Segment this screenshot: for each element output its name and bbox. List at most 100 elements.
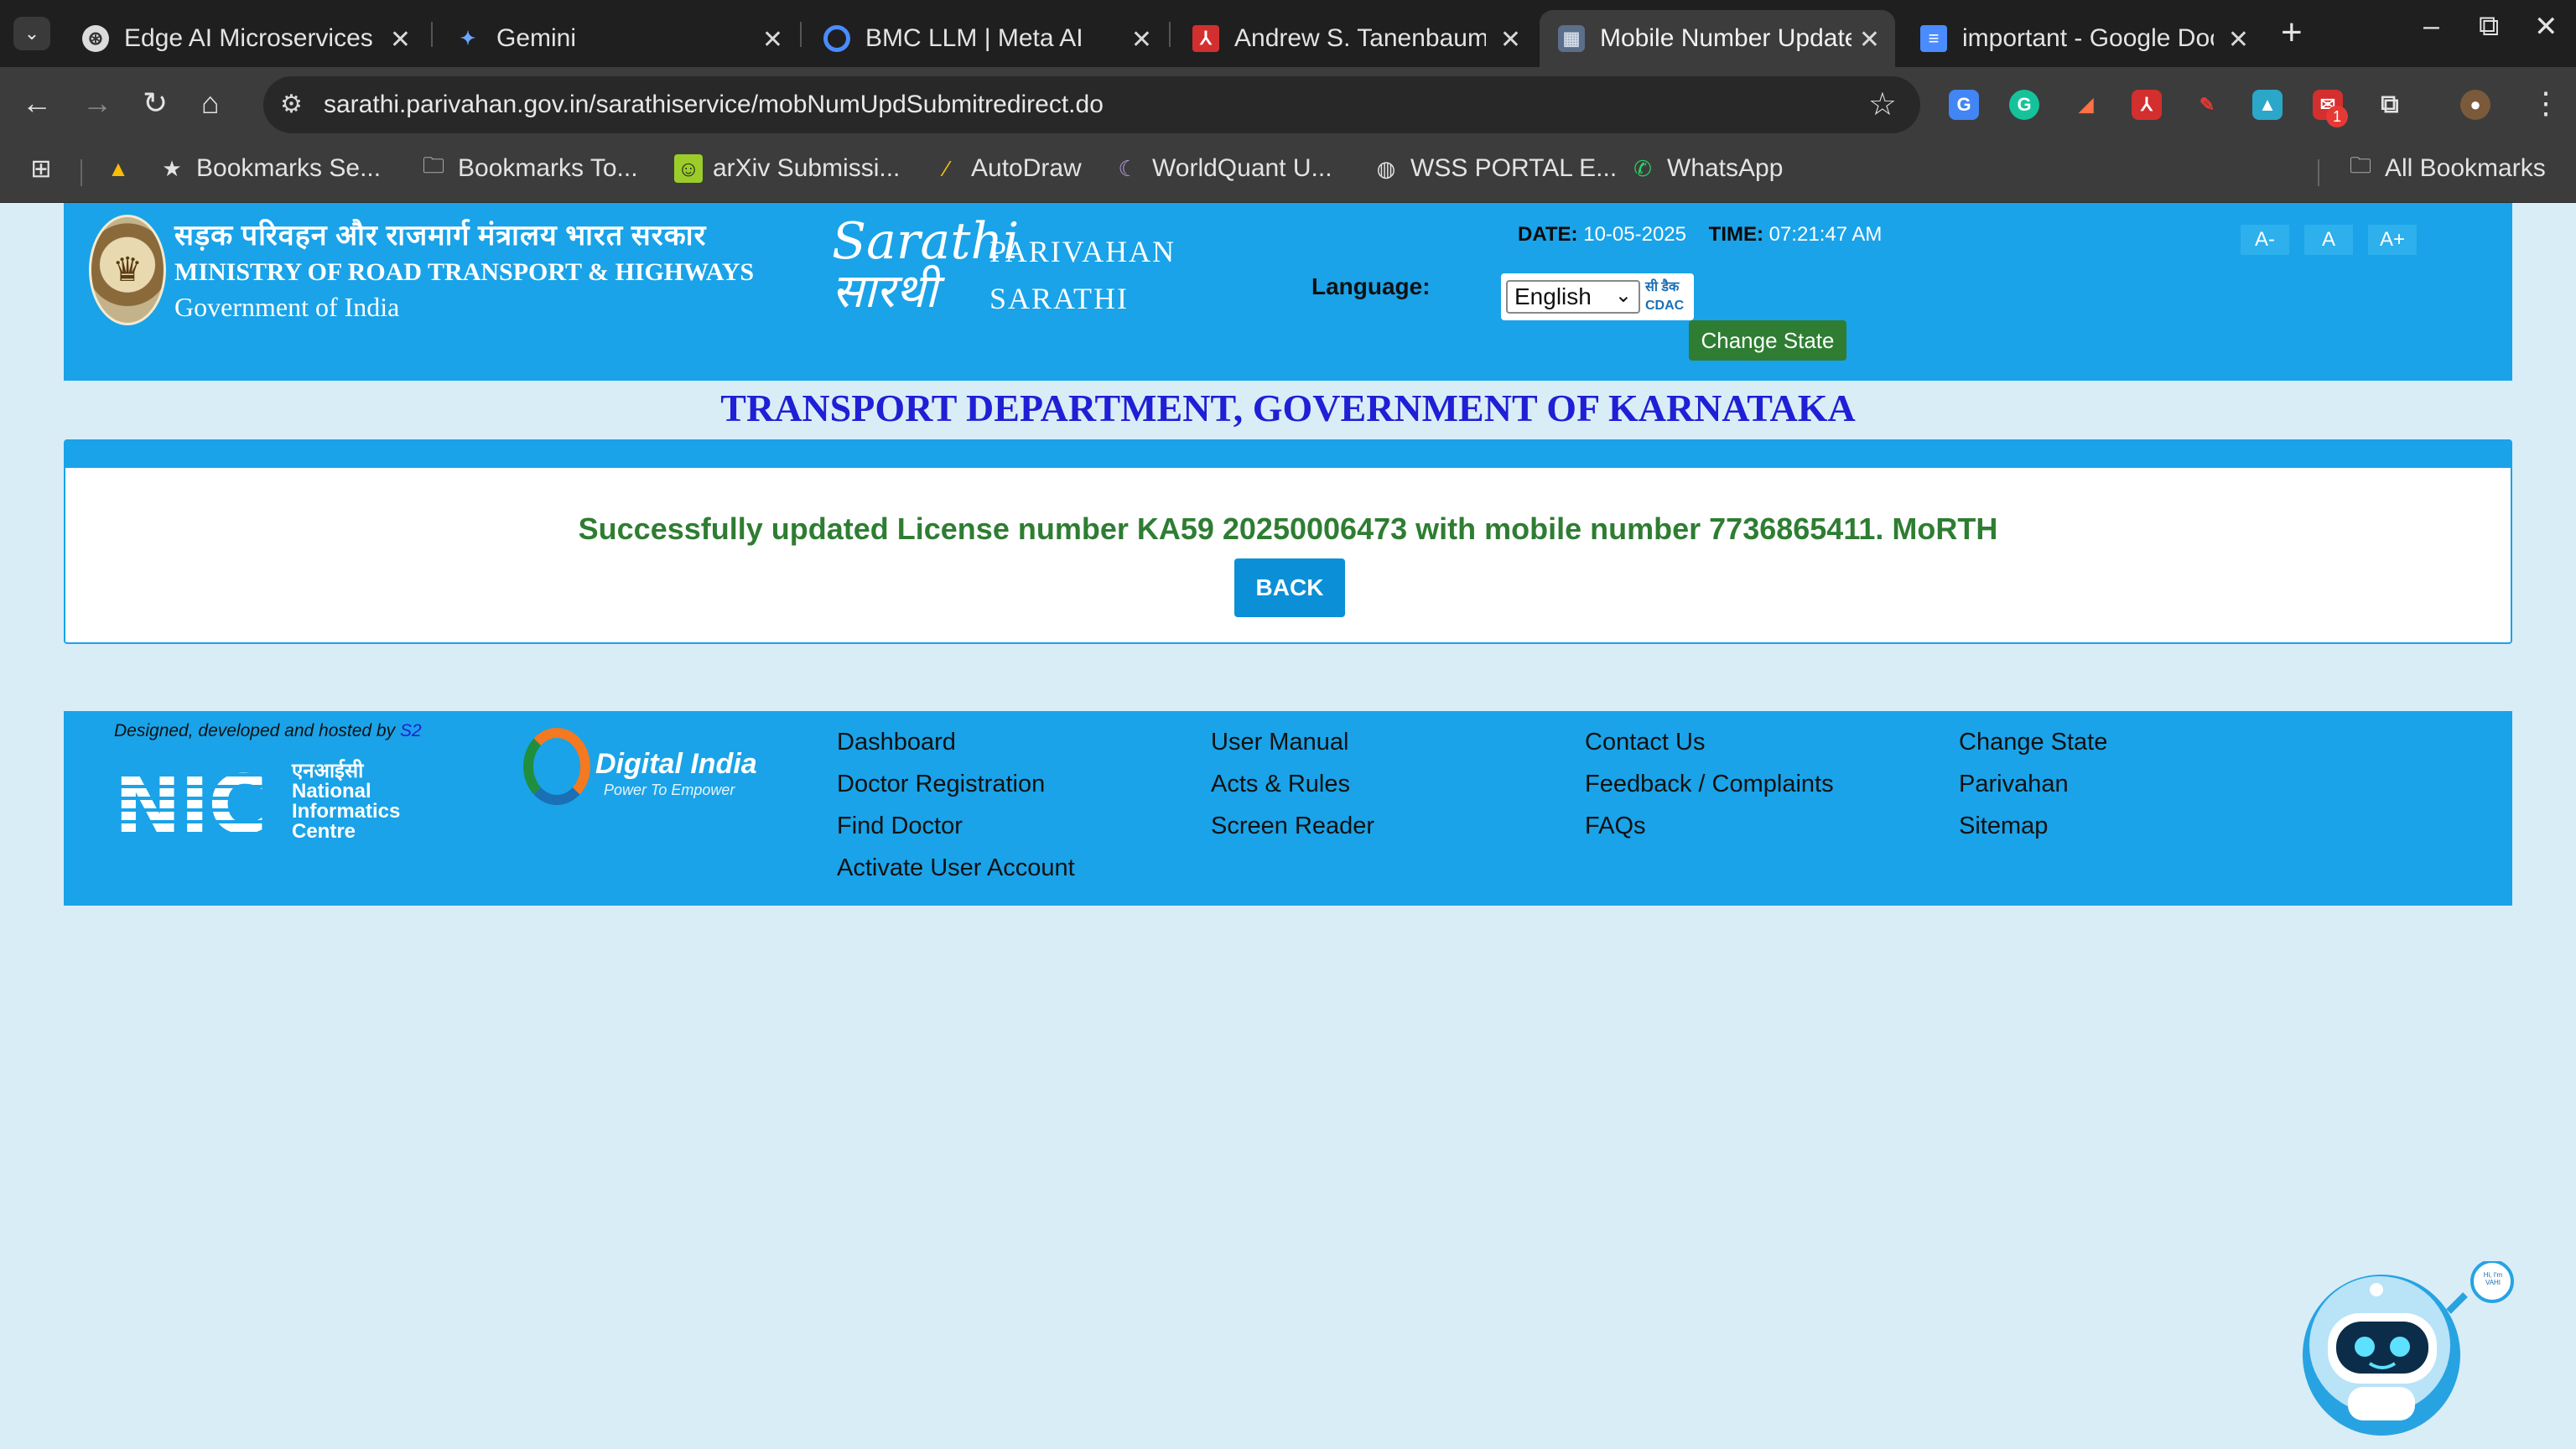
close-tab-icon[interactable]: ✕ — [1500, 25, 1521, 55]
nic-logo[interactable]: NIC एनआईसी National Informatics Centre — [114, 761, 416, 854]
close-tab-icon[interactable]: ✕ — [390, 25, 411, 55]
mendeley-icon[interactable]: ◢ — [2071, 90, 2101, 120]
tab-meta-ai[interactable]: BMC LLM | Meta AI ✕ — [805, 10, 1167, 67]
font-increase-button[interactable]: A+ — [2368, 225, 2417, 255]
tab-divider — [1169, 22, 1171, 47]
footer-link-find-doctor[interactable]: Find Doctor — [837, 805, 1075, 847]
footer-link-user-manual[interactable]: User Manual — [1211, 721, 1374, 763]
grammarly-icon[interactable]: G — [2009, 90, 2039, 120]
ministry-block: सड़क परिवहन और राजमार्ग मंत्रालय भारत सर… — [174, 215, 754, 323]
pen-extension-icon[interactable]: ✎ — [2192, 90, 2222, 120]
footer-links-col4: Change State Parivahan Sitemap — [1959, 721, 2107, 847]
footer-link-acts-rules[interactable]: Acts & Rules — [1211, 763, 1374, 805]
parivahan-text: PARIVAHAN — [989, 235, 1176, 268]
extension-blue-icon[interactable]: ▲ — [2252, 90, 2283, 120]
footer-link-change-state[interactable]: Change State — [1959, 721, 2107, 763]
url-text[interactable]: sarathi.parivahan.gov.in/sarathiservice/… — [324, 91, 1104, 119]
profile-avatar[interactable]: ● — [2460, 90, 2490, 120]
tab-divider — [800, 22, 802, 47]
google-drive-bookmark[interactable]: ▲ — [104, 154, 143, 183]
footer-link-feedback[interactable]: Feedback / Complaints — [1585, 763, 1834, 805]
browser-toolbar: ← → ↻ ⌂ ⚙ sarathi.parivahan.gov.in/sarat… — [0, 67, 2576, 143]
bookmark-item[interactable]: ☺ arXiv Submissi... — [674, 154, 900, 183]
tab-tanenbaum[interactable]: ⅄ Andrew S. Tanenbaum ✕ — [1174, 10, 1536, 67]
panel-header-bar — [65, 441, 2511, 468]
bookmark-label: All Bookmarks — [2385, 154, 2546, 182]
chatbot-robot-icon — [2303, 1259, 2514, 1436]
sarathi-text: SARATHI — [989, 282, 1130, 315]
sarathi-logo[interactable]: Sarathi सारथी — [832, 215, 1019, 322]
browser-tab-bar: ⌄ ⊛ Edge AI Microservices ✕ ✦ Gemini ✕ B… — [0, 0, 2576, 67]
tab-gemini[interactable]: ✦ Gemini ✕ — [436, 10, 798, 67]
bookmark-item[interactable]: ◍ WSS PORTAL E... — [1372, 154, 1618, 183]
close-tab-icon[interactable]: ✕ — [2228, 25, 2249, 55]
footer-link-contact-us[interactable]: Contact Us — [1585, 721, 1834, 763]
tab-google-docs[interactable]: ≡ important - Google Docs ✕ — [1902, 10, 2264, 67]
apps-grid-icon[interactable]: ⊞ — [27, 154, 65, 183]
designer-link[interactable]: S2 — [400, 721, 422, 740]
change-state-button[interactable]: Change State — [1689, 320, 1846, 361]
bookmark-label: WorldQuant U... — [1152, 154, 1332, 182]
restore-icon[interactable]: ⧉ — [2479, 10, 2499, 43]
extensions-puzzle-icon[interactable]: ⧉ — [2375, 90, 2405, 120]
new-tab-icon[interactable]: + — [2281, 12, 2303, 54]
tab-title: Gemini — [496, 24, 577, 52]
footer-link-doctor-registration[interactable]: Doctor Registration — [837, 763, 1075, 805]
success-message: Successfully updated License number KA59… — [578, 512, 1998, 546]
tab-mobile-number-update[interactable]: ▦ Mobile Number Update ✕ — [1540, 10, 1895, 67]
close-tab-icon[interactable]: ✕ — [1859, 25, 1880, 55]
back-button[interactable]: BACK — [1234, 558, 1345, 617]
address-bar[interactable]: ⚙ sarathi.parivahan.gov.in/sarathiservic… — [263, 76, 1920, 133]
bookmark-star-icon[interactable]: ☆ — [1868, 86, 1897, 123]
bookmark-item[interactable]: ✆ WhatsApp — [1628, 154, 1783, 183]
all-bookmarks-folder[interactable]: 🗀 All Bookmarks — [2346, 153, 2546, 183]
date-time: DATE: 10-05-2025 TIME: 07:21:47 AM — [1518, 223, 1882, 247]
date-label: DATE: — [1518, 223, 1578, 246]
star-icon: ★ — [162, 155, 182, 181]
tab-edge-ai[interactable]: ⊛ Edge AI Microservices ✕ — [64, 10, 426, 67]
footer-link-sitemap[interactable]: Sitemap — [1959, 805, 2107, 847]
tab-search-button[interactable]: ⌄ — [13, 17, 50, 50]
bookmark-divider — [80, 159, 82, 186]
reload-icon[interactable]: ↻ — [143, 86, 168, 121]
google-translate-icon[interactable]: G — [1949, 90, 1979, 120]
tab-title: Mobile Number Update — [1600, 24, 1852, 52]
openai-favicon-icon: ⊛ — [82, 25, 109, 52]
language-select[interactable]: English ⌄ — [1506, 280, 1640, 314]
footer-links-col3: Contact Us Feedback / Complaints FAQs — [1585, 721, 1834, 847]
cdac-english: CDAC — [1645, 299, 1685, 313]
tab-title: Andrew S. Tanenbaum — [1234, 24, 1486, 52]
arxiv-icon: ☺ — [674, 154, 703, 183]
close-tab-icon[interactable]: ✕ — [1131, 25, 1152, 55]
footer-link-parivahan[interactable]: Parivahan — [1959, 763, 2107, 805]
home-icon[interactable]: ⌂ — [201, 86, 220, 121]
close-tab-icon[interactable]: ✕ — [762, 25, 783, 55]
nic-line: Centre — [292, 820, 356, 843]
font-normal-button[interactable]: A — [2304, 225, 2353, 255]
forward-arrow-icon[interactable]: → — [82, 86, 112, 121]
digital-india-logo[interactable]: Digital India Power To Empower — [523, 724, 766, 805]
font-decrease-button[interactable]: A- — [2241, 225, 2289, 255]
tab-divider — [431, 22, 433, 47]
footer-link-dashboard[interactable]: Dashboard — [837, 721, 1075, 763]
browser-menu-icon[interactable]: ⋮ — [2531, 86, 2561, 121]
acrobat-icon[interactable]: ⅄ — [2132, 90, 2162, 120]
chatbot-widget[interactable]: Hi, I'm VAHI — [2298, 1259, 2524, 1437]
bookmark-item[interactable]: ★ Bookmarks Se... — [158, 154, 381, 183]
whatsapp-icon: ✆ — [1633, 155, 1652, 181]
parivahan-sarathi-title: PARIVAHAN SARATHI — [989, 228, 1176, 322]
window-close-icon[interactable]: ✕ — [2534, 10, 2558, 44]
back-arrow-icon[interactable]: ← — [22, 86, 52, 121]
bookmark-item[interactable]: ⁄ AutoDraw — [932, 154, 1082, 183]
minimize-icon[interactable]: – — [2423, 10, 2439, 43]
footer-link-faqs[interactable]: FAQs — [1585, 805, 1834, 847]
tab-title: Edge AI Microservices — [124, 24, 373, 52]
bookmark-folder[interactable]: 🗀 Bookmarks To... — [419, 153, 638, 183]
bookmark-item[interactable]: ☾ WorldQuant U... — [1114, 154, 1332, 183]
footer-links-col1: Dashboard Doctor Registration Find Docto… — [837, 721, 1075, 889]
footer-link-screen-reader[interactable]: Screen Reader — [1211, 805, 1374, 847]
cdac-hindi: सी डैक — [1645, 280, 1680, 294]
footer-link-activate-user-account[interactable]: Activate User Account — [837, 847, 1075, 889]
designed-by-label: Designed, developed and hosted by — [114, 721, 396, 740]
site-info-icon[interactable]: ⚙ — [280, 90, 303, 119]
